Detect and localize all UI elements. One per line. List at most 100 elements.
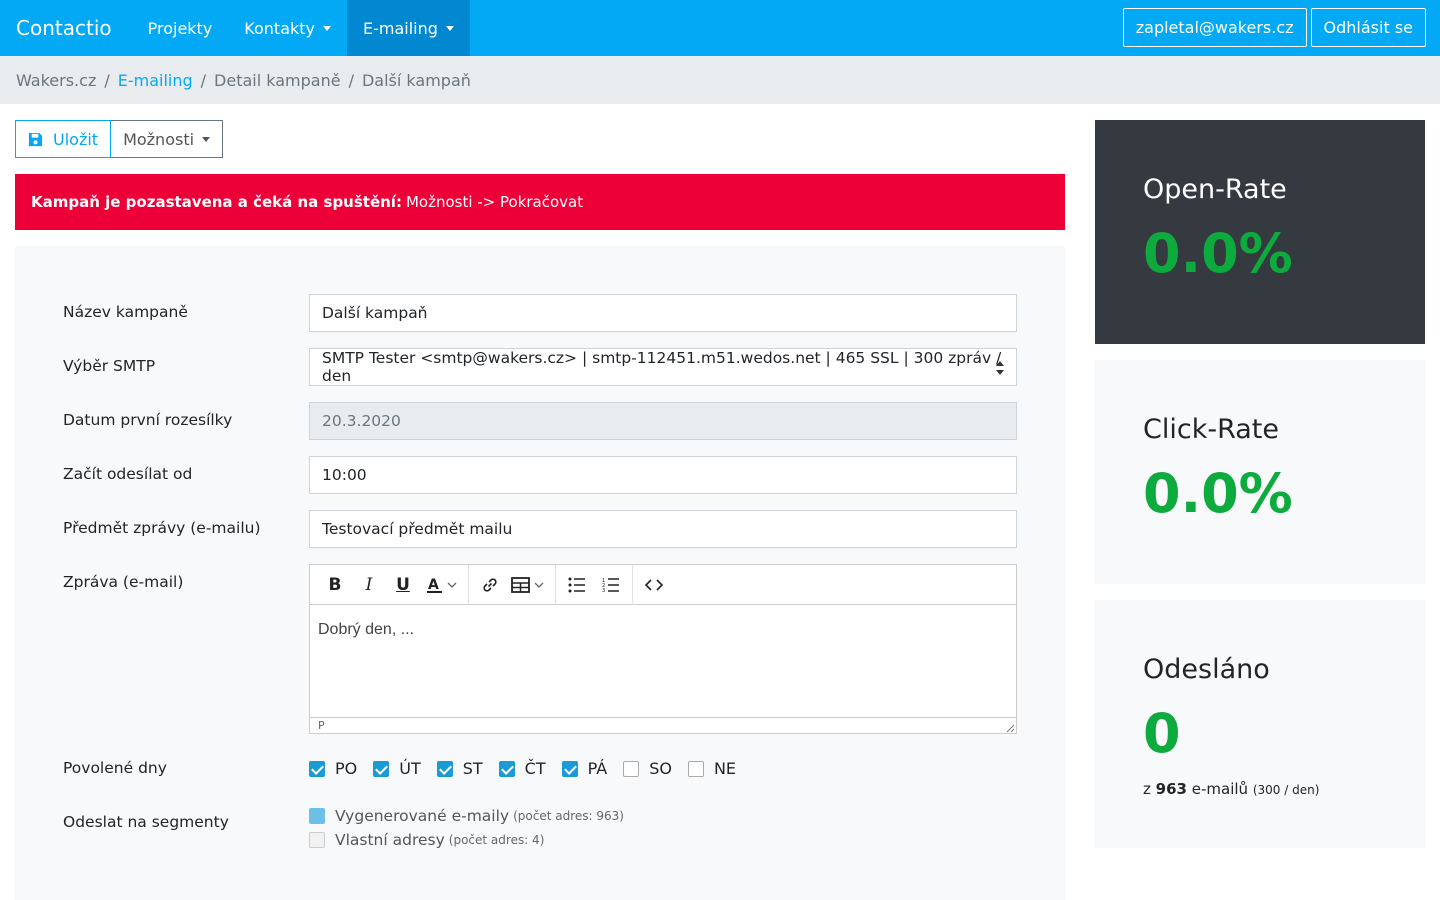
first-send-date-input: 20.3.2020 bbox=[309, 402, 1017, 440]
day-checkbox-st[interactable]: ST bbox=[436, 759, 483, 778]
segments-label: Odeslat na segmenty bbox=[63, 813, 229, 831]
sent-subtext: z 963 e-mailů (300 / den) bbox=[1143, 780, 1319, 798]
campaign-name-label: Název kampaně bbox=[63, 303, 188, 321]
checkbox[interactable] bbox=[373, 760, 390, 777]
campaign-form-panel: Název kampaně Další kampaň Výběr SMTP SM… bbox=[15, 246, 1065, 900]
segment-label: Vlastní adresy bbox=[335, 831, 445, 849]
day-checkbox-ct[interactable]: ČT bbox=[498, 759, 546, 778]
options-dropdown-button[interactable]: Možnosti bbox=[111, 120, 224, 158]
breadcrumb-item-detail[interactable]: Detail kampaně bbox=[214, 71, 341, 90]
day-label: PO bbox=[335, 759, 358, 778]
breadcrumb-item-emailing[interactable]: E-mailing bbox=[118, 71, 193, 90]
start-time-input[interactable]: 10:00 bbox=[309, 456, 1017, 494]
chevron-down-icon bbox=[323, 25, 332, 31]
day-checkbox-ne[interactable]: NE bbox=[687, 759, 737, 778]
message-editor: B I U A 123 Dobrý den, ... P bbox=[309, 564, 1017, 734]
nav-item-emailing[interactable]: E-mailing bbox=[347, 0, 470, 56]
bold-icon[interactable]: B bbox=[318, 570, 352, 600]
breadcrumb-separator: / bbox=[348, 70, 354, 90]
svg-text:A: A bbox=[428, 577, 439, 593]
day-label: NE bbox=[713, 759, 737, 778]
checkbox[interactable] bbox=[436, 760, 453, 777]
options-button-label: Možnosti bbox=[123, 129, 195, 149]
click-rate-value: 0.0% bbox=[1143, 462, 1293, 525]
svg-text:3: 3 bbox=[602, 588, 605, 593]
italic-icon[interactable]: I bbox=[352, 570, 386, 600]
day-label: ČT bbox=[524, 759, 546, 778]
breadcrumb-separator: / bbox=[200, 70, 207, 90]
bullet-list-icon[interactable] bbox=[560, 570, 594, 600]
day-label: SO bbox=[649, 759, 672, 778]
nav-item-kontakty[interactable]: Kontakty bbox=[228, 0, 347, 56]
segment-label: Vygenerované e-maily bbox=[335, 807, 510, 825]
link-icon[interactable] bbox=[473, 570, 507, 600]
underline-icon[interactable]: U bbox=[386, 570, 420, 600]
sent-rate: (300 / den) bbox=[1252, 783, 1320, 797]
chevron-down-icon bbox=[202, 136, 211, 142]
editor-path: P bbox=[318, 719, 325, 732]
allowed-days-group: PO ÚT ST ČT PÁ SO NE bbox=[309, 759, 752, 778]
message-label: Zpráva (e-mail) bbox=[63, 573, 184, 591]
source-code-icon[interactable] bbox=[637, 570, 671, 600]
breadcrumb-item-home[interactable]: Wakers.cz bbox=[16, 71, 96, 90]
numbered-list-icon[interactable]: 123 bbox=[594, 570, 628, 600]
toolbar-separator bbox=[632, 564, 633, 605]
smtp-select[interactable]: SMTP Tester <smtp@wakers.cz> | smtp-1124… bbox=[309, 348, 1017, 386]
day-checkbox-ut[interactable]: ÚT bbox=[373, 759, 421, 778]
breadcrumb: Wakers.cz / E-mailing / Detail kampaně /… bbox=[0, 56, 1440, 104]
action-toolbar: Uložit Možnosti bbox=[15, 120, 224, 158]
editor-content[interactable]: Dobrý den, ... bbox=[310, 605, 1016, 717]
segment-checkbox-custom: Vlastní adresy (počet adres: 4) bbox=[309, 831, 544, 849]
subject-input[interactable]: Testovací předmět mailu bbox=[309, 510, 1017, 548]
breadcrumb-item-current: Další kampaň bbox=[361, 70, 471, 90]
editor-toolbar: B I U A 123 bbox=[310, 564, 1016, 605]
sent-total: 963 bbox=[1155, 780, 1187, 798]
segment-checkbox-generated: Vygenerované e-maily (počet adres: 963) bbox=[309, 807, 624, 825]
save-button[interactable]: Uložit bbox=[15, 120, 112, 158]
table-icon[interactable] bbox=[507, 570, 551, 600]
smtp-label: Výběr SMTP bbox=[63, 357, 156, 375]
segment-count: (počet adres: 963) bbox=[513, 809, 624, 823]
nav-item-emailing-label: E-mailing bbox=[363, 18, 438, 38]
nav-right: zapletal@wakers.cz Odhlásit se bbox=[1122, 8, 1426, 47]
start-time-label: Začít odesílat od bbox=[63, 465, 193, 483]
checkbox[interactable] bbox=[561, 760, 578, 777]
open-rate-card: Open-Rate 0.0% bbox=[1095, 120, 1425, 344]
first-send-date-label: Datum první rozesílky bbox=[63, 411, 233, 429]
day-checkbox-so[interactable]: SO bbox=[623, 759, 672, 778]
resize-handle-icon[interactable] bbox=[1005, 723, 1015, 733]
day-label: ST bbox=[462, 759, 483, 778]
click-rate-title: Click-Rate bbox=[1143, 414, 1279, 445]
select-arrows-icon bbox=[996, 361, 1004, 375]
top-navbar: Contactio Projekty Kontakty E-mailing za… bbox=[0, 0, 1440, 56]
segment-count: (počet adres: 4) bbox=[448, 833, 545, 847]
open-rate-title: Open-Rate bbox=[1143, 174, 1287, 205]
day-checkbox-po[interactable]: PO bbox=[309, 759, 357, 778]
checkbox[interactable] bbox=[498, 760, 515, 777]
day-checkbox-pa[interactable]: PÁ bbox=[561, 759, 607, 778]
breadcrumb-separator: / bbox=[104, 70, 110, 90]
alert-text: Možnosti -> Pokračovat bbox=[405, 193, 584, 211]
open-rate-value: 0.0% bbox=[1143, 222, 1293, 285]
logout-button[interactable]: Odhlásit se bbox=[1310, 8, 1426, 47]
sent-card: Odesláno 0 z 963 e-mailů (300 / den) bbox=[1095, 600, 1425, 848]
subject-label: Předmět zprávy (e-mailu) bbox=[63, 519, 261, 537]
save-button-label: Uložit bbox=[53, 129, 99, 149]
brand-logo[interactable]: Contactio bbox=[16, 16, 112, 40]
chevron-down-icon bbox=[445, 25, 454, 31]
alert-bold-text: Kampaň je pozastavena a čeká na spuštění… bbox=[31, 193, 402, 211]
checkbox[interactable] bbox=[623, 760, 640, 777]
editor-statusbar: P bbox=[310, 717, 1016, 734]
sent-value: 0 bbox=[1143, 702, 1181, 765]
day-label: ÚT bbox=[399, 759, 421, 778]
nav-item-kontakty-label: Kontakty bbox=[244, 18, 316, 38]
nav-item-projekty[interactable]: Projekty bbox=[132, 0, 229, 56]
sent-suffix: e-mailů bbox=[1191, 780, 1249, 798]
campaign-name-input[interactable]: Další kampaň bbox=[309, 294, 1017, 332]
checkbox bbox=[309, 808, 325, 824]
text-color-icon[interactable]: A bbox=[420, 570, 464, 600]
click-rate-card: Click-Rate 0.0% bbox=[1095, 360, 1425, 584]
checkbox[interactable] bbox=[687, 760, 704, 777]
user-account-button[interactable]: zapletal@wakers.cz bbox=[1122, 8, 1307, 47]
checkbox[interactable] bbox=[309, 760, 325, 777]
